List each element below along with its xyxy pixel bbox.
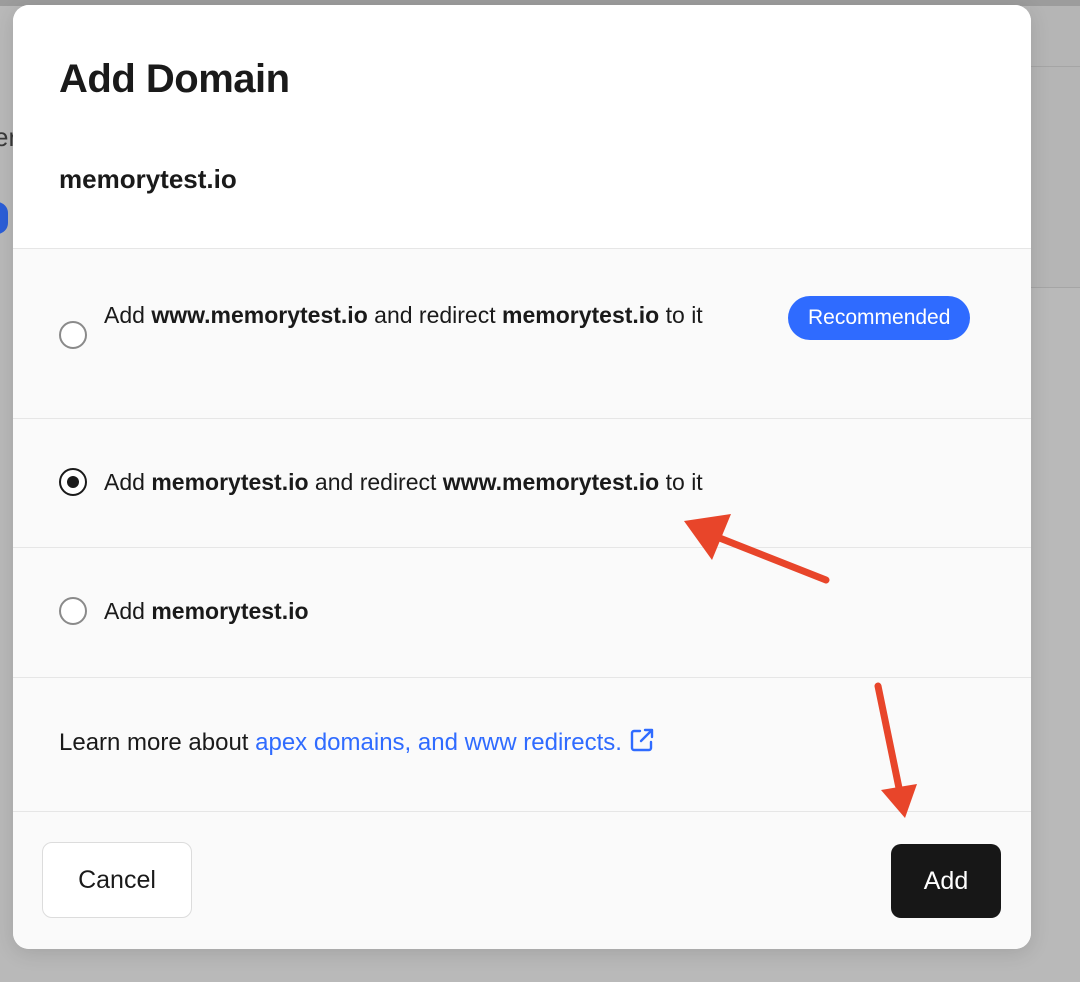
domain-name: memorytest.io [59, 164, 237, 194]
option-www-redirect[interactable]: Add www.memorytest.io and redirect memor… [13, 248, 1031, 418]
background-blue-button [0, 202, 8, 234]
background-panel [1030, 6, 1080, 288]
cancel-button[interactable]: Cancel [42, 842, 192, 918]
background-divider [1030, 66, 1080, 67]
redirect-options: Add www.memorytest.io and redirect memor… [13, 248, 1031, 677]
dialog-title: Add Domain [59, 57, 290, 101]
background-partial-text: er [0, 122, 14, 152]
option-apex-only[interactable]: Add memorytest.io [13, 547, 1031, 677]
radio-button[interactable] [59, 321, 87, 349]
background-divider [1030, 287, 1080, 288]
radio-button-selected[interactable] [59, 468, 87, 496]
option-apex-redirect[interactable]: Add memorytest.io and redirect www.memor… [13, 418, 1031, 547]
radio-button[interactable] [59, 597, 87, 625]
recommended-badge: Recommended [788, 296, 971, 340]
option-label: Add memorytest.io [104, 598, 309, 624]
option-label: Add www.memorytest.io and redirect memor… [104, 302, 703, 328]
add-button[interactable]: Add [891, 844, 1001, 918]
apex-domains-link[interactable]: apex domains, and www redirects. [255, 728, 656, 756]
external-link-icon [630, 728, 654, 752]
add-domain-dialog: Add Domain memorytest.io Add www.memoryt… [13, 5, 1031, 949]
radio-dot [67, 476, 79, 488]
dialog-footer: Cancel Add [13, 812, 1031, 949]
learn-more-text: Learn more about apex domains, and www r… [59, 725, 656, 761]
option-label: Add memorytest.io and redirect www.memor… [104, 469, 703, 495]
dialog-header: Add Domain memorytest.io [13, 5, 1031, 248]
learn-more-section: Learn more about apex domains, and www r… [13, 677, 1031, 812]
